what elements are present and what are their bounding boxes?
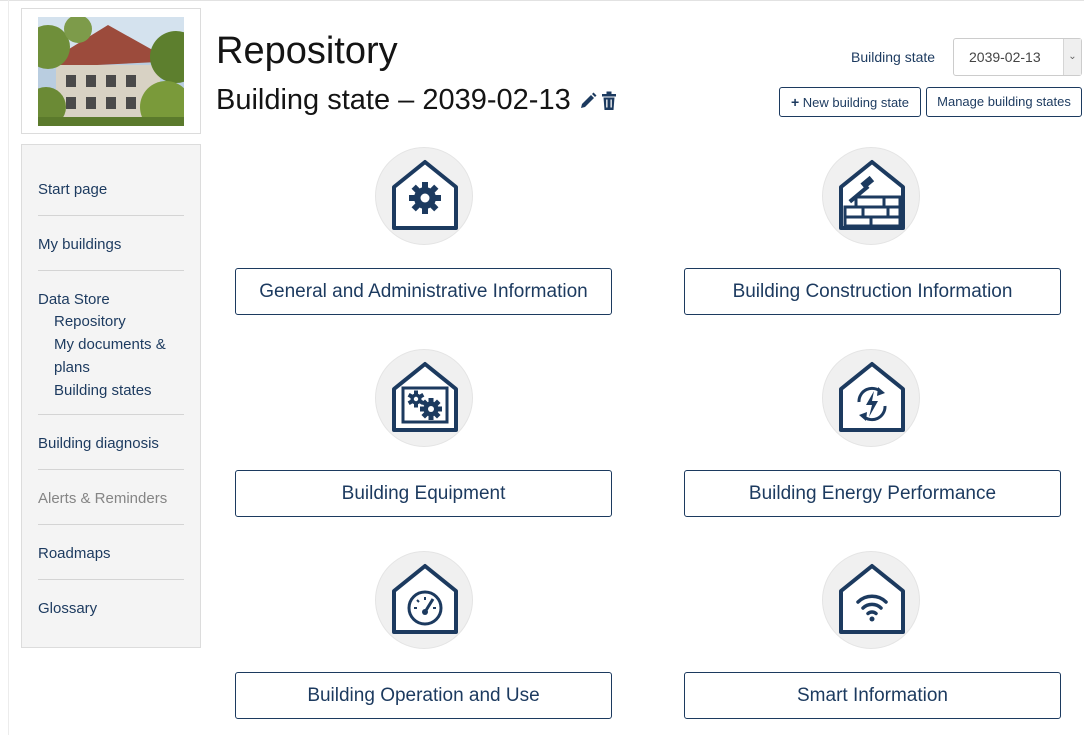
house-wifi-icon [822, 551, 920, 649]
building-construction-information-button[interactable]: Building Construction Information [684, 268, 1061, 315]
sidebar-nav: Start page My buildings Data Store Repos… [21, 144, 201, 648]
delete-trash-icon[interactable] [601, 91, 617, 111]
building-thumbnail-frame [21, 8, 201, 134]
sidebar-item-data-store[interactable]: Data Store [38, 290, 184, 310]
house-gears-icon [375, 349, 473, 447]
new-building-state-button[interactable]: + New building state [779, 87, 921, 117]
building-state-select[interactable]: 2039-02-13 ⌄ [953, 38, 1082, 76]
sidebar-item-roadmaps[interactable]: Roadmaps [38, 544, 184, 564]
page-subtitle: Building state – 2039-02-13 [216, 84, 617, 117]
top-border [0, 0, 1084, 8]
edit-pencil-icon[interactable] [579, 92, 597, 110]
left-border [8, 0, 9, 735]
sidebar-item-glossary[interactable]: Glossary [38, 599, 184, 619]
general-administrative-information-button[interactable]: General and Administrative Information [235, 268, 612, 315]
building-state-heading: Building state – 2039-02-13 [216, 84, 571, 116]
building-equipment-button[interactable]: Building Equipment [235, 470, 612, 517]
house-energy-cycle-icon [822, 349, 920, 447]
new-building-state-label: New building state [802, 95, 910, 110]
sidebar-item-start-page[interactable]: Start page [38, 180, 184, 200]
sidebar-subitem-repository[interactable]: Repository [38, 310, 184, 333]
sidebar-subitem-my-documents-plans[interactable]: My documents & plans [38, 333, 184, 379]
building-state-label: Building state [851, 49, 936, 65]
page-title: Repository [216, 30, 398, 72]
smart-information-button[interactable]: Smart Information [684, 672, 1061, 719]
sidebar-item-alerts-reminders: Alerts & Reminders [38, 490, 168, 507]
sidebar-item-building-diagnosis[interactable]: Building diagnosis [38, 434, 184, 454]
sidebar-subitem-building-states[interactable]: Building states [38, 379, 184, 402]
building-energy-performance-button[interactable]: Building Energy Performance [684, 470, 1061, 517]
house-bricks-hammer-icon [822, 147, 920, 245]
building-state-selected-value: 2039-02-13 [969, 49, 1041, 65]
manage-building-states-button[interactable]: Manage building states [926, 87, 1082, 117]
house-gear-icon [375, 147, 473, 245]
chevron-down-icon: ⌄ [1063, 39, 1081, 75]
building-photo[interactable] [38, 17, 184, 126]
plus-icon: + [790, 94, 800, 110]
building-operation-and-use-button[interactable]: Building Operation and Use [235, 672, 612, 719]
sidebar-item-my-buildings[interactable]: My buildings [38, 235, 184, 255]
house-gauge-icon [375, 551, 473, 649]
